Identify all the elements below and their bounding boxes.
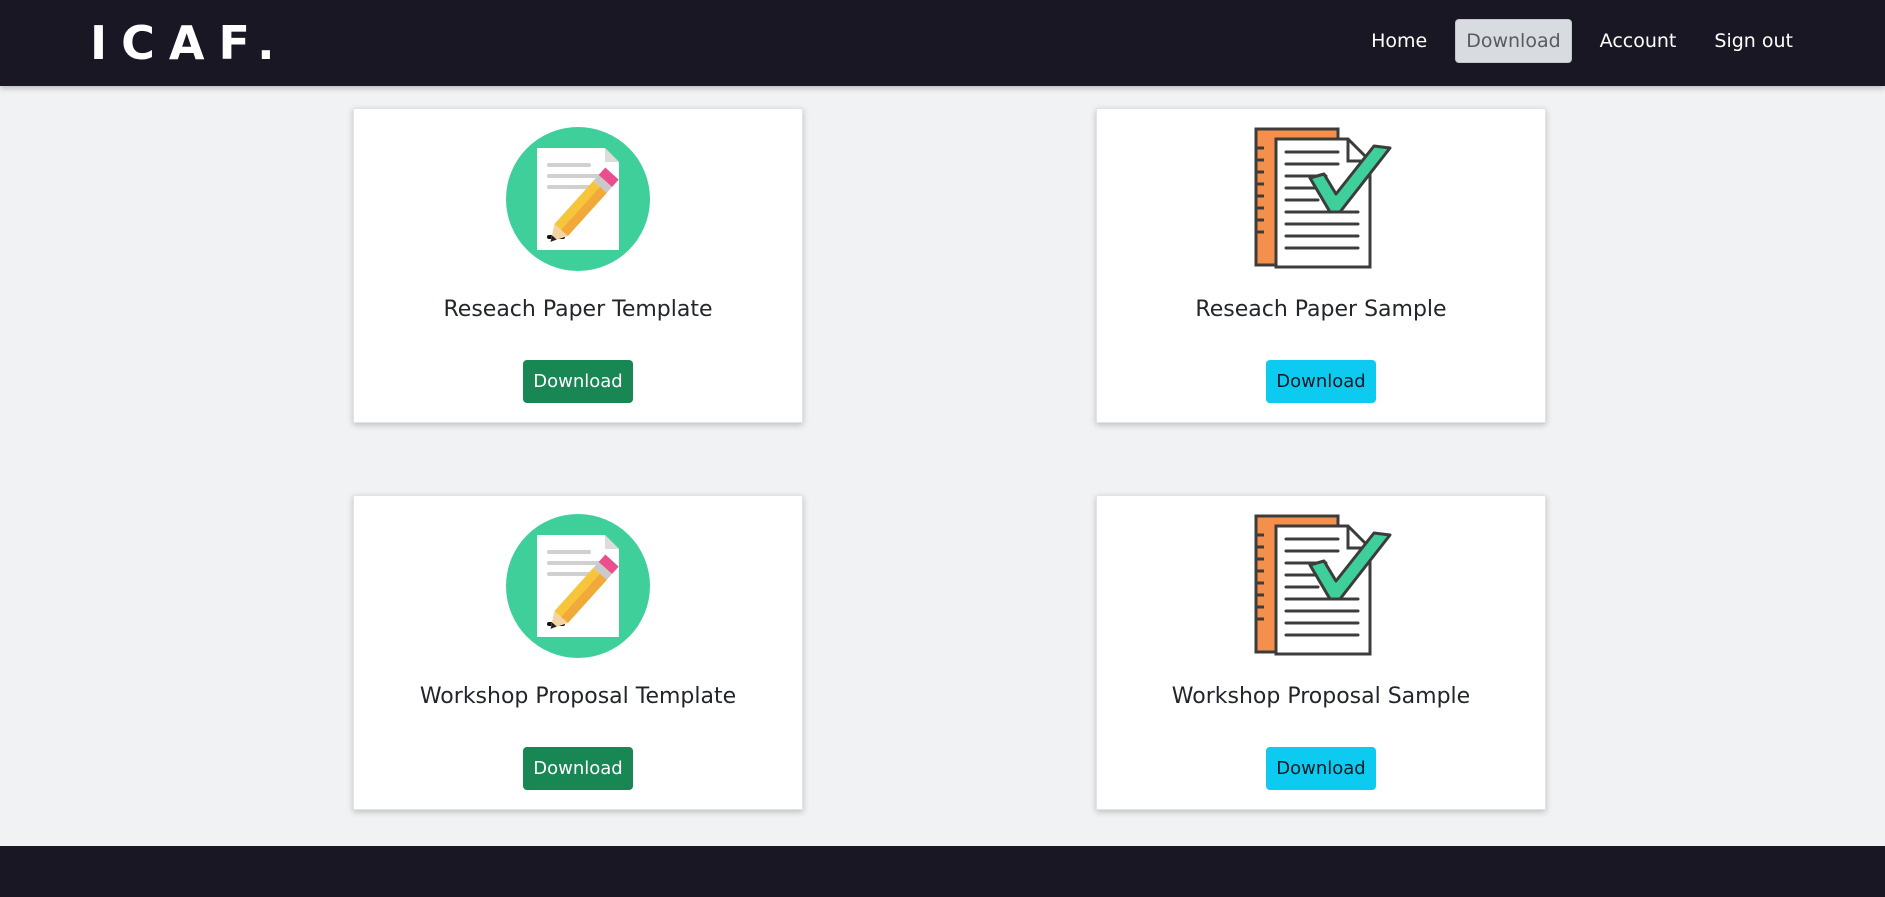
download-button[interactable]: Download [1266,360,1376,403]
card-title: Reseach Paper Template [443,297,713,322]
workshop-proposal-sample-card: Workshop Proposal Sample Download [1096,495,1546,810]
nav-links: Home Download Account Sign out [1343,18,1803,63]
brand-logo[interactable]: ICAF. [90,18,289,68]
page-footer [0,846,1885,897]
card-title: Reseach Paper Sample [1195,297,1447,322]
top-navbar: ICAF. Home Download Account Sign out [0,0,1885,86]
download-button[interactable]: Download [523,360,633,403]
document-pencil-icon [505,513,651,659]
nav-home-link[interactable]: Home [1361,20,1437,62]
download-button[interactable]: Download [523,747,633,790]
nav-signout-link[interactable]: Sign out [1704,20,1803,62]
card-title: Workshop Proposal Template [419,684,737,709]
nav-account-link[interactable]: Account [1590,20,1687,62]
card-title: Workshop Proposal Sample [1171,684,1471,709]
checked-documents-icon [1248,126,1394,272]
document-pencil-icon [505,126,651,272]
checked-documents-icon [1248,513,1394,659]
download-button[interactable]: Download [1266,747,1376,790]
research-paper-sample-card: Reseach Paper Sample Download [1096,108,1546,423]
nav-download-link[interactable]: Download [1455,18,1572,63]
research-paper-template-card: Reseach Paper Template Download [353,108,803,423]
workshop-proposal-template-card: Workshop Proposal Template Download [353,495,803,810]
